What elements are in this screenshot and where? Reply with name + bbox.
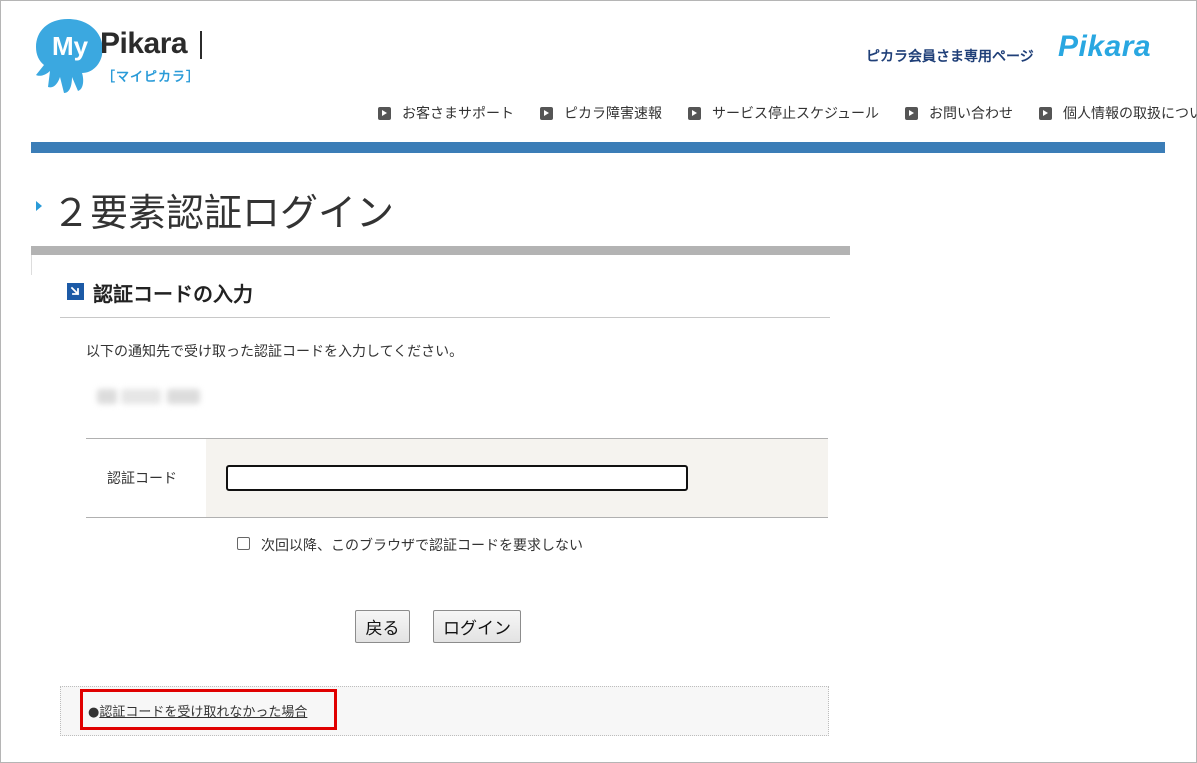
- arrow-right-icon: [688, 106, 701, 120]
- member-page-label: ピカラ会員さま専用ページ: [866, 49, 1034, 65]
- page-title: ２要素認証ログイン: [52, 191, 395, 235]
- logo-subtitle: ［マイピカラ］: [102, 70, 201, 85]
- section-divider: [60, 317, 830, 318]
- logo-divider: [200, 31, 202, 59]
- login-button[interactable]: ログイン: [433, 610, 521, 643]
- auth-code-input[interactable]: [226, 465, 688, 491]
- nav-item-label: お問い合わせ: [929, 106, 1014, 122]
- title-marker-icon: [36, 201, 42, 211]
- nav-item-label: お客さまサポート: [402, 106, 514, 122]
- code-field-label: 認証コード: [107, 471, 177, 487]
- highlight-box: [80, 689, 337, 730]
- remember-browser-checkbox[interactable]: [237, 537, 250, 550]
- nav-item-label: ピカラ障害速報: [564, 106, 662, 122]
- arrow-right-icon: [540, 106, 553, 120]
- title-underline: [31, 246, 850, 255]
- top-navigation: お客さまサポート ピカラ障害速報 サービス停止スケジュール お問い合わせ 個人情…: [378, 103, 1197, 123]
- nav-item-label: 個人情報の取扱について: [1063, 106, 1197, 122]
- arrow-right-icon: [1039, 106, 1053, 120]
- nav-item-maintenance-schedule[interactable]: サービス停止スケジュール: [688, 103, 879, 123]
- section-title: 認証コードの入力: [93, 282, 253, 306]
- arrow-right-icon: [905, 106, 919, 120]
- pikara-brand-logo[interactable]: Pikara: [1058, 30, 1151, 64]
- form-divider-bottom: [86, 517, 828, 518]
- instruction-text: 以下の通知先で受け取った認証コードを入力してください。: [86, 344, 464, 360]
- nav-item-support[interactable]: お客さまサポート: [378, 103, 514, 123]
- nav-item-label: サービス停止スケジュール: [712, 106, 880, 122]
- remember-browser-label[interactable]: 次回以降、このブラウザで認証コードを要求しない: [261, 535, 583, 555]
- arrow-down-right-icon: [67, 283, 84, 300]
- masked-notification-destination: [97, 389, 200, 404]
- arrow-right-icon: [378, 106, 391, 120]
- nav-item-contact[interactable]: お問い合わせ: [905, 103, 1013, 123]
- nav-item-outage-report[interactable]: ピカラ障害速報: [540, 103, 662, 123]
- nav-item-privacy[interactable]: 個人情報の取扱について: [1039, 103, 1197, 123]
- logo-pikara-text: Pikara: [100, 27, 188, 60]
- logo-my-text: My: [52, 31, 89, 61]
- divider: [31, 255, 32, 275]
- header-band: [31, 142, 1165, 153]
- mypikara-logo[interactable]: My Pikara ［マイピカラ］: [30, 17, 210, 97]
- back-button[interactable]: 戻る: [355, 610, 410, 643]
